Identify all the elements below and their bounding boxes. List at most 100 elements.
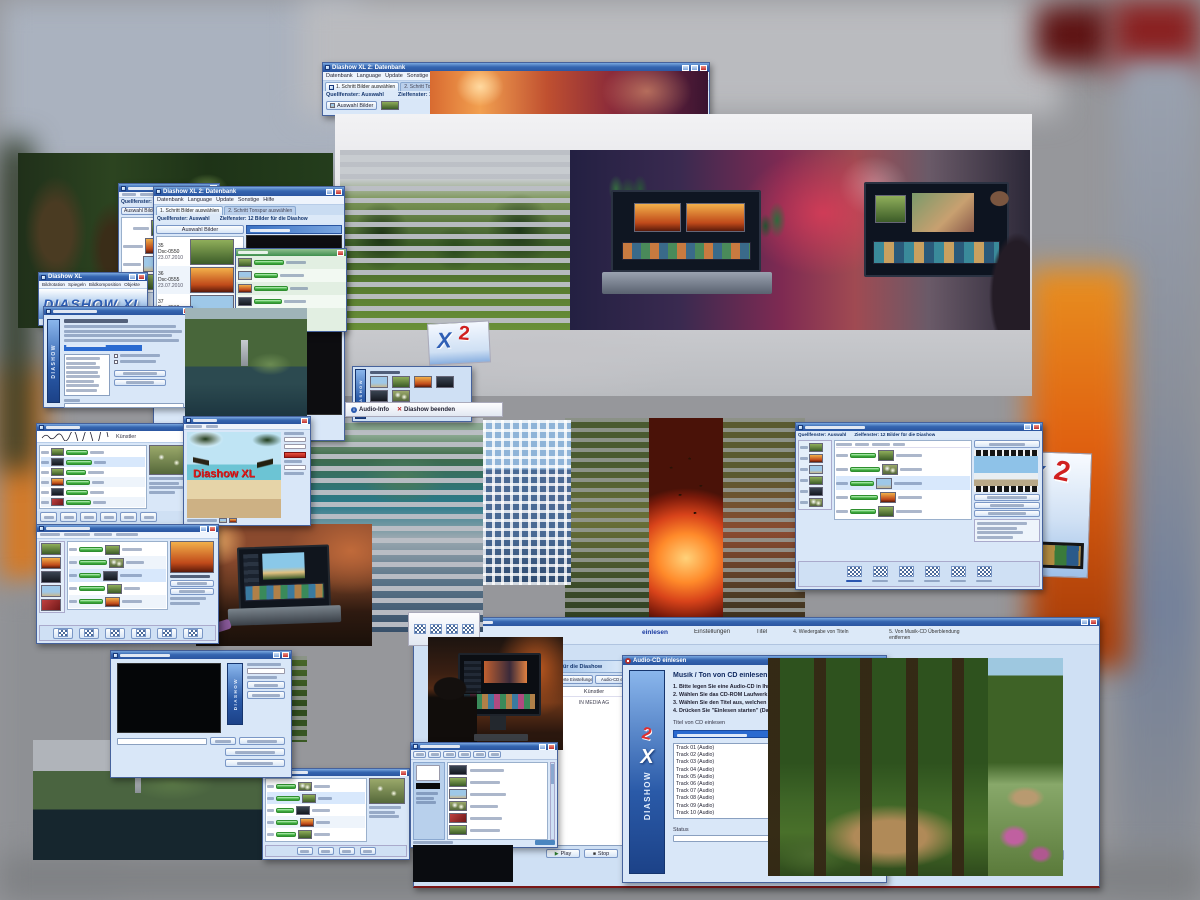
file-row[interactable]: [449, 800, 546, 812]
playlist-row[interactable]: [41, 497, 145, 507]
menu-item[interactable]: Language: [188, 197, 212, 203]
bottom-button[interactable]: [131, 628, 151, 639]
titlebar[interactable]: Diashow XL: [39, 273, 147, 281]
source-thumb-row[interactable]: [800, 497, 830, 508]
playlist-row[interactable]: [267, 828, 365, 840]
minimize-button[interactable]: [1024, 424, 1031, 430]
bottom-button[interactable]: [297, 847, 313, 855]
side-button[interactable]: [170, 588, 214, 595]
project-icon[interactable]: [370, 390, 388, 402]
maximize-button[interactable]: [691, 65, 698, 71]
panel-button[interactable]: [974, 502, 1040, 509]
menubar[interactable]: Bildrotation Spiegeln Bildkomposition Ob…: [39, 281, 147, 289]
audio-info-button[interactable]: i Audio-Info: [351, 407, 389, 413]
minimize-button[interactable]: [200, 526, 207, 532]
bottom-button[interactable]: [53, 628, 73, 639]
play-button[interactable]: ▶Play: [546, 849, 580, 858]
track-item[interactable]: Track 09 (Audio): [676, 803, 766, 810]
menu-item[interactable]: Sonstige: [238, 197, 259, 203]
scrollbar[interactable]: [550, 762, 555, 840]
select-images-button[interactable]: Auswahl Bilder: [156, 225, 244, 234]
toolbar-button[interactable]: [40, 512, 57, 522]
step-tabs[interactable]: 1. Schritt Bilder auswählen 2. Schritt T…: [154, 205, 344, 215]
transition-button[interactable]: [924, 566, 940, 583]
menubar[interactable]: Datenbank Language Update Sonstige Hilfe: [154, 196, 344, 205]
track-item[interactable]: Track 03 (Audio): [676, 759, 766, 766]
menu-item[interactable]: Datenbank: [326, 73, 353, 79]
minimize-button[interactable]: [273, 652, 280, 658]
nav-einstellungen[interactable]: Einstellungen: [694, 629, 730, 635]
transition-icon[interactable]: [414, 624, 426, 634]
close-button[interactable]: [548, 744, 555, 750]
toolbar-button[interactable]: [473, 751, 486, 758]
tab-step1[interactable]: 1. Schritt Bilder auswählen: [325, 82, 399, 91]
track-item[interactable]: Track 08 (Audio): [676, 795, 766, 802]
preview-button[interactable]: [974, 440, 1040, 448]
side-button[interactable]: [247, 691, 285, 699]
toolbar-button[interactable]: [488, 751, 501, 758]
side-button[interactable]: [247, 681, 285, 689]
minimize-button[interactable]: [326, 189, 333, 195]
transition-button[interactable]: [976, 566, 992, 583]
target-row[interactable]: [836, 448, 970, 462]
track-item[interactable]: Track 07 (Audio): [676, 788, 766, 795]
menu-item[interactable]: Language: [357, 73, 381, 79]
playlist-row[interactable]: [267, 780, 365, 792]
track-row[interactable]: [236, 256, 346, 269]
image-row[interactable]: 35 Dsc-0550 23.07.2010: [158, 238, 242, 266]
menu-item[interactable]: Spiegeln: [68, 282, 86, 287]
file-row[interactable]: [449, 788, 546, 800]
project-icon[interactable]: [414, 376, 432, 388]
bottom-button[interactable]: [79, 628, 99, 639]
diashow-close-button[interactable]: ✕ Diashow beenden: [397, 406, 455, 413]
checkbox[interactable]: [114, 360, 118, 364]
panel-button[interactable]: [974, 494, 1040, 501]
start-button[interactable]: [114, 370, 166, 377]
panel-button[interactable]: [974, 510, 1040, 517]
track-row[interactable]: [236, 295, 346, 308]
nav-titel[interactable]: Titel: [756, 629, 767, 635]
source-thumb-row[interactable]: [800, 486, 830, 497]
cancel-button[interactable]: [114, 379, 166, 386]
file-row[interactable]: [449, 764, 546, 776]
playlist-row[interactable]: [41, 457, 145, 467]
nav-einlesen[interactable]: einlesen: [642, 629, 668, 636]
transition-icon[interactable]: [462, 624, 474, 634]
track-item[interactable]: Track 05 (Audio): [676, 774, 766, 781]
menu-item[interactable]: Objekte: [124, 282, 140, 287]
source-thumb-row[interactable]: [800, 442, 830, 453]
action-button[interactable]: [225, 759, 285, 767]
nav-ueberblendung[interactable]: 5. Von Musik-CD Überblendung entfernen: [889, 629, 975, 641]
transition-button[interactable]: [872, 566, 888, 583]
target-row[interactable]: [836, 490, 970, 504]
toolbar-button[interactable]: [80, 512, 97, 522]
target-row[interactable]: [836, 504, 970, 518]
menu-item[interactable]: Update: [385, 73, 403, 79]
close-button[interactable]: [282, 652, 289, 658]
close-button[interactable]: [1033, 424, 1040, 430]
close-button[interactable]: [301, 418, 308, 424]
toolbar-button[interactable]: [120, 512, 137, 522]
playlist-row[interactable]: [41, 447, 145, 457]
tab-step2[interactable]: 2. Schritt Tonspur auswählen: [224, 206, 296, 215]
titlebar[interactable]: Diashow XL 2: Datenbank: [154, 187, 344, 196]
project-icon[interactable]: [370, 376, 388, 388]
track-row[interactable]: [236, 269, 346, 282]
transition-button[interactable]: [950, 566, 966, 583]
transition-icon[interactable]: [430, 624, 442, 634]
minimize-button[interactable]: [1081, 619, 1088, 625]
source-thumb-row[interactable]: [800, 475, 830, 486]
close-button[interactable]: [700, 65, 707, 71]
menu-item[interactable]: Bildkomposition: [89, 282, 121, 287]
playlist-row[interactable]: [41, 467, 145, 477]
track-item[interactable]: Track 06 (Audio): [676, 781, 766, 788]
menu-item[interactable]: Hilfe: [263, 197, 274, 203]
bottom-button[interactable]: [339, 847, 355, 855]
source-thumb-row[interactable]: [800, 464, 830, 475]
close-button[interactable]: [335, 189, 342, 195]
playlist-row[interactable]: [267, 816, 365, 828]
menu-item[interactable]: Bildrotation: [42, 282, 65, 287]
toolbar-button[interactable]: [100, 512, 117, 522]
project-icon[interactable]: [392, 376, 410, 388]
nav-wiedergabe[interactable]: 4. Wiedergabe von Titeln: [793, 629, 863, 635]
